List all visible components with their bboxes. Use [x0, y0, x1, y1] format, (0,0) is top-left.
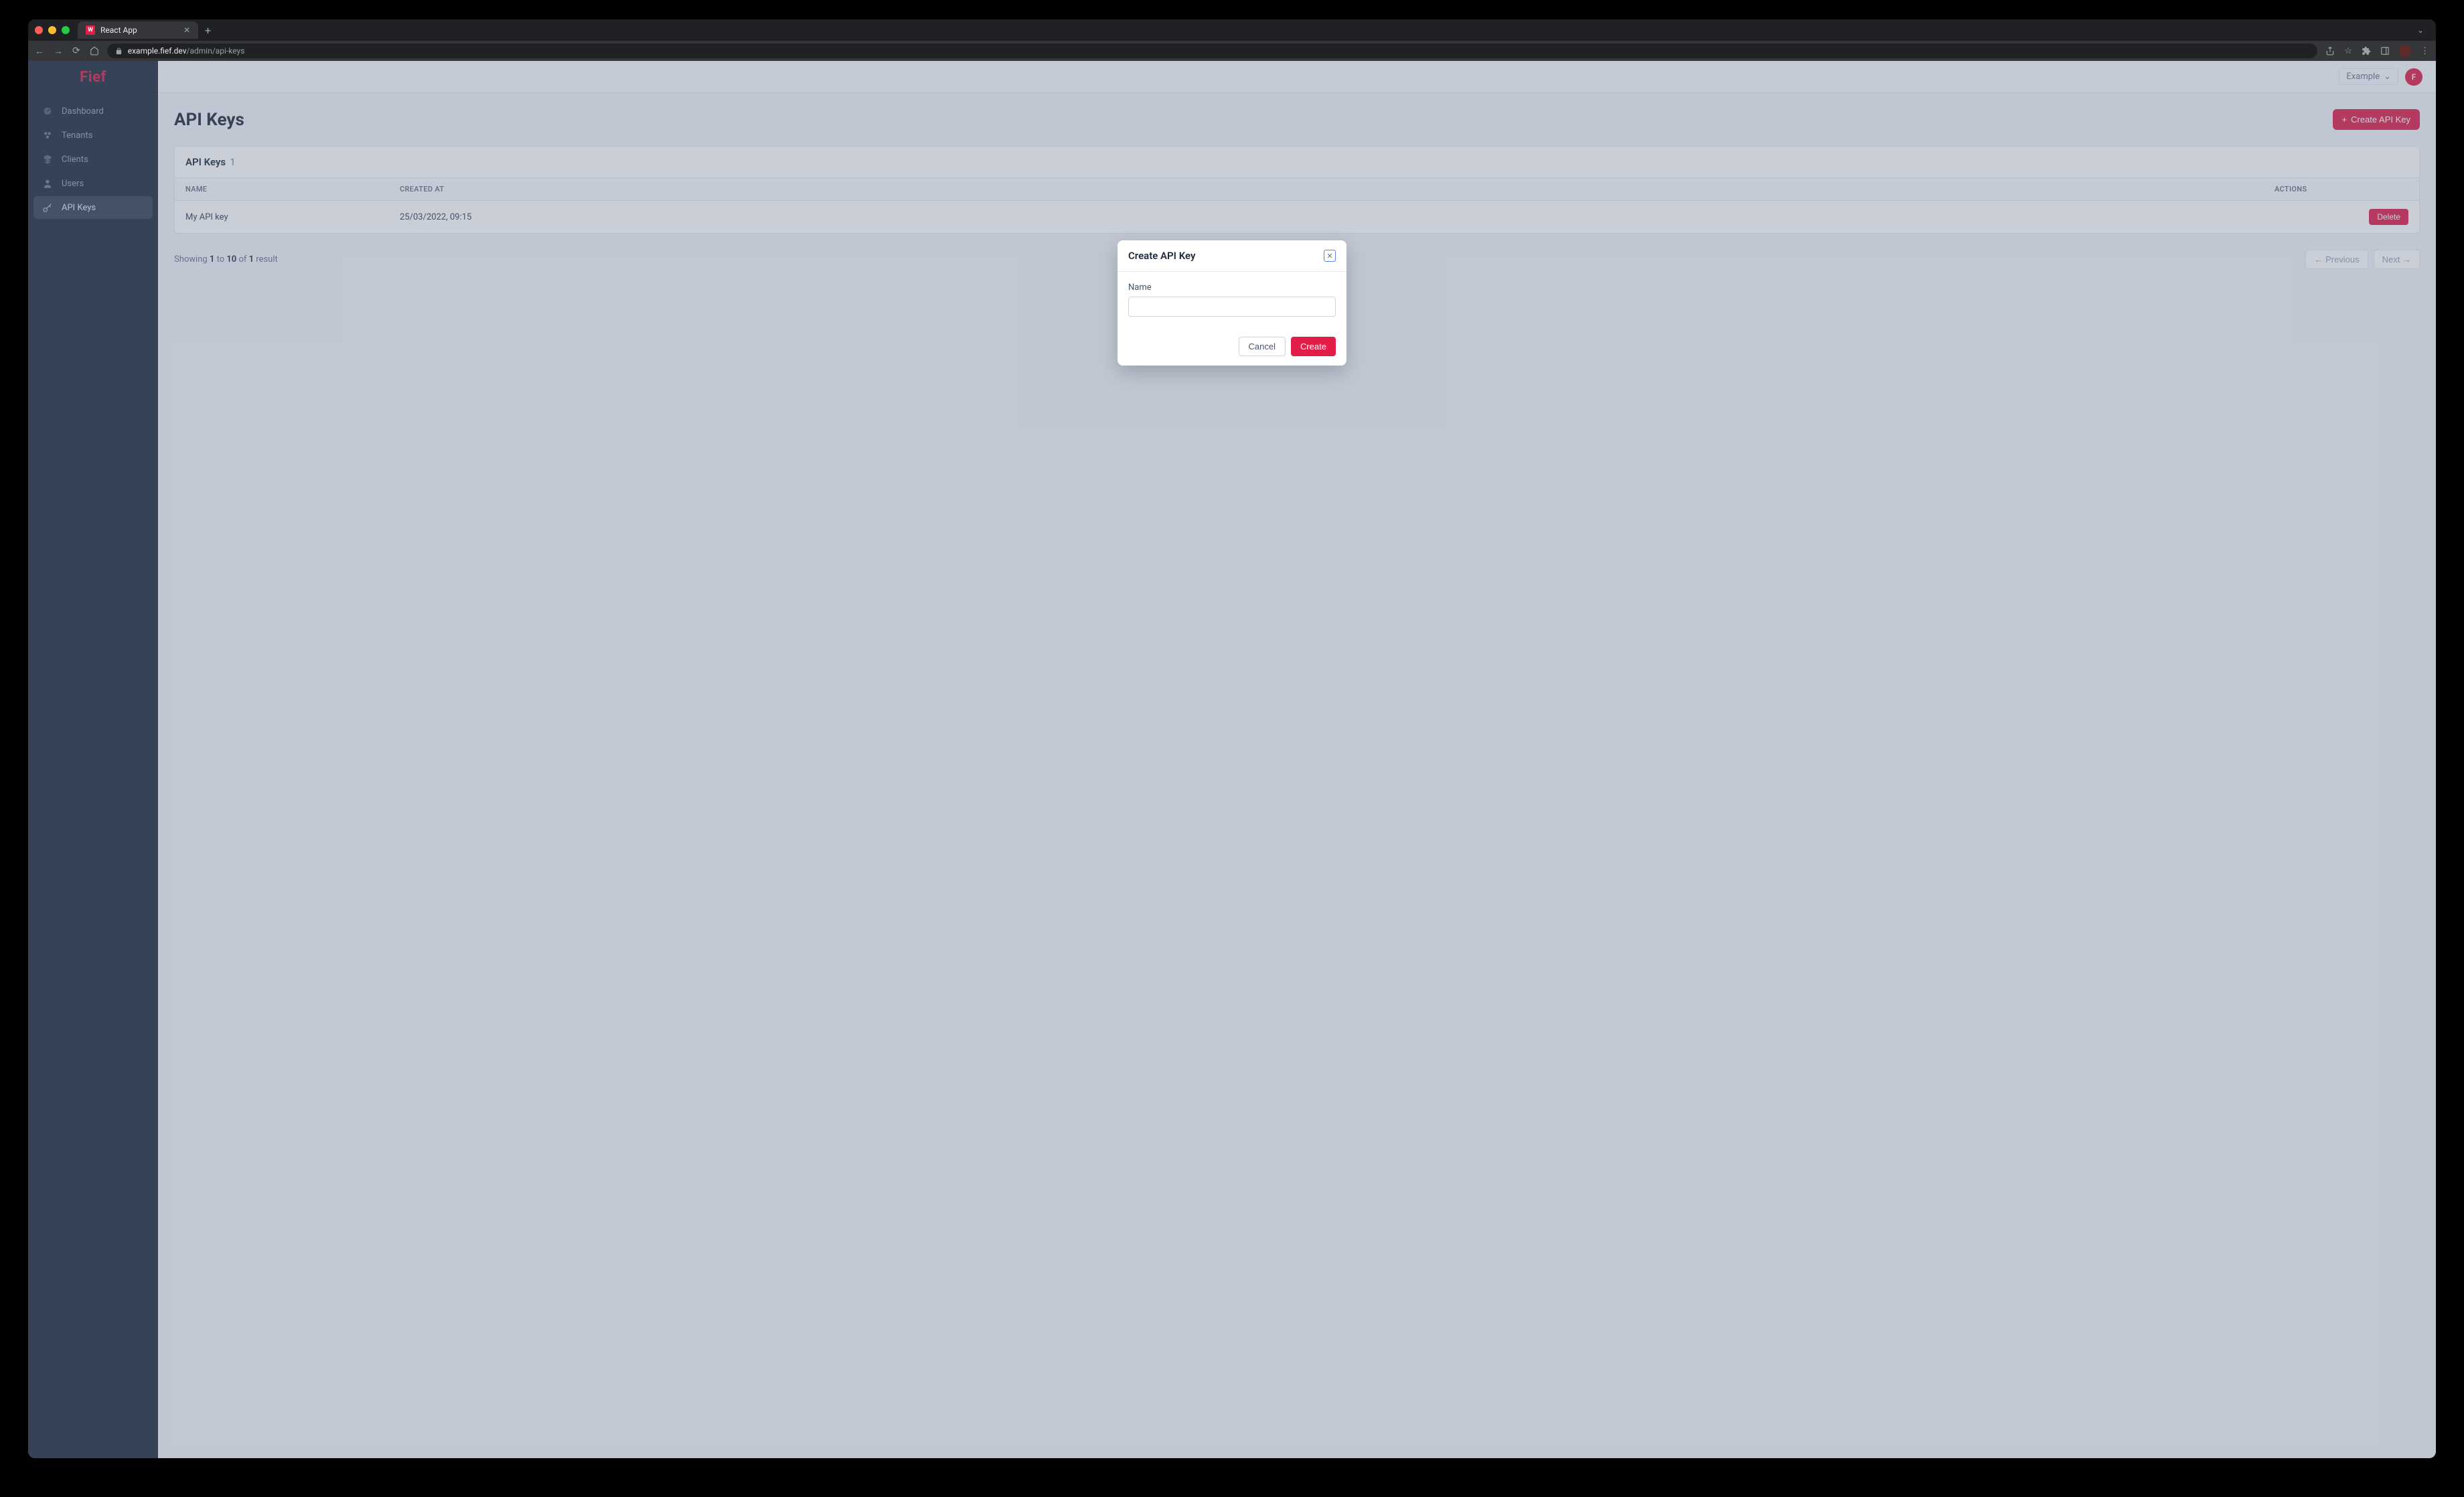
nav-controls: ← → ⟳	[35, 46, 99, 57]
create-api-key-modal: Create API Key ✕ Name Cancel Create	[1118, 240, 1346, 366]
menu-icon[interactable]: ⋮	[2420, 46, 2429, 56]
maximize-window-button[interactable]	[62, 26, 70, 34]
tab-strip: W React App ✕ + ⌄	[28, 19, 2436, 41]
url-path: /admin/api-keys	[187, 46, 245, 56]
url-input[interactable]: example.fief.dev/admin/api-keys	[107, 44, 2318, 58]
home-button[interactable]	[90, 46, 99, 57]
profile-avatar-icon[interactable]	[2399, 45, 2411, 57]
lock-icon	[115, 48, 123, 55]
forward-button[interactable]: →	[54, 46, 63, 57]
minimize-window-button[interactable]	[48, 26, 56, 34]
app-body: Fief Dashboard Tenants	[28, 61, 2436, 1458]
name-input[interactable]	[1128, 297, 1336, 317]
new-tab-button[interactable]: +	[205, 24, 211, 37]
modal-overlay[interactable]: Create API Key ✕ Name Cancel Create	[28, 61, 2436, 1458]
close-window-button[interactable]	[35, 26, 43, 34]
close-tab-icon[interactable]: ✕	[183, 25, 190, 35]
modal-body: Name	[1118, 272, 1346, 327]
extensions-icon[interactable]	[2362, 46, 2371, 56]
close-icon[interactable]: ✕	[1324, 250, 1336, 262]
share-icon[interactable]	[2325, 46, 2335, 56]
back-button[interactable]: ←	[35, 46, 44, 57]
modal-header: Create API Key ✕	[1118, 240, 1346, 272]
favicon-icon: W	[86, 25, 95, 35]
browser-window: W React App ✕ + ⌄ ← → ⟳ example.fief.dev…	[28, 19, 2436, 1458]
tabs-dropdown-icon[interactable]: ⌄	[2412, 23, 2429, 37]
browser-action-icons: ☆ ⋮	[2325, 45, 2429, 57]
bookmark-icon[interactable]: ☆	[2344, 46, 2352, 56]
address-bar: ← → ⟳ example.fief.dev/admin/api-keys ☆	[28, 41, 2436, 61]
panel-icon[interactable]	[2380, 46, 2390, 56]
traffic-lights	[35, 26, 70, 34]
modal-footer: Cancel Create	[1118, 327, 1346, 366]
url-host: example.fief.dev	[128, 46, 187, 56]
create-button[interactable]: Create	[1291, 337, 1336, 356]
modal-title: Create API Key	[1128, 250, 1195, 262]
cancel-button[interactable]: Cancel	[1239, 337, 1286, 356]
browser-tab[interactable]: W React App ✕	[78, 21, 198, 39]
reload-button[interactable]: ⟳	[72, 46, 80, 57]
name-label: Name	[1128, 283, 1336, 293]
tab-title: React App	[100, 25, 137, 35]
